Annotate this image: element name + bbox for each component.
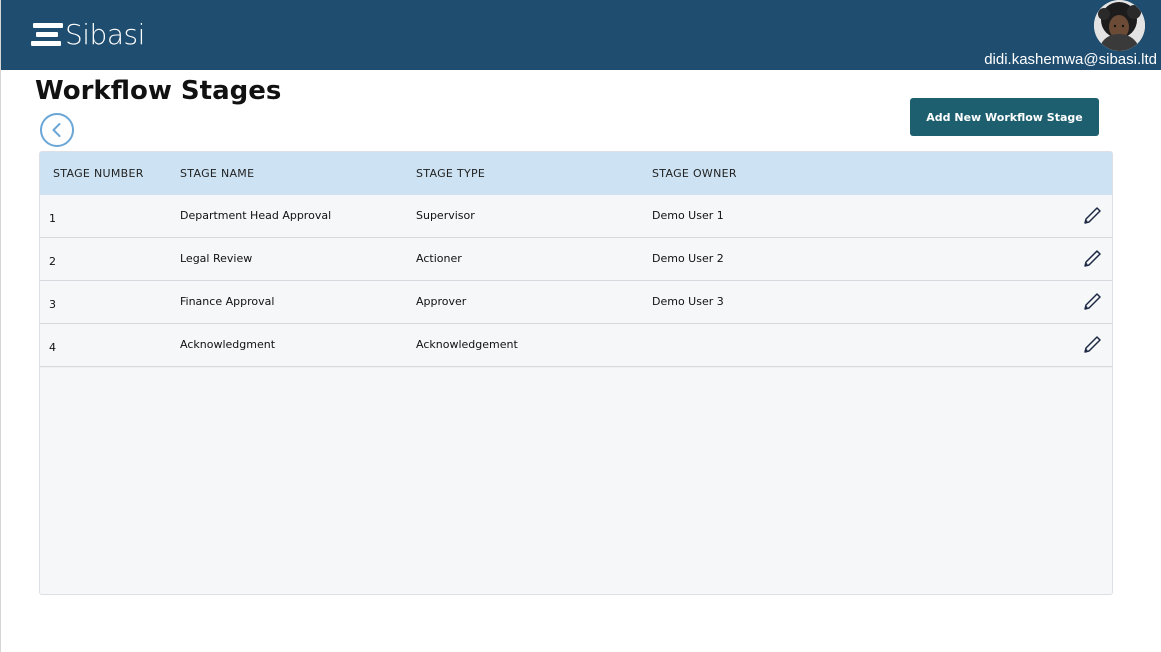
add-workflow-stage-button[interactable]: Add New Workflow Stage xyxy=(910,98,1099,136)
table-row[interactable]: 2 Legal Review Actioner Demo User 2 xyxy=(40,238,1112,281)
table-header: STAGE NUMBER STAGE NAME STAGE TYPE STAGE… xyxy=(40,152,1112,195)
stage-owner: Demo User 2 xyxy=(652,252,724,265)
table-row[interactable]: 4 Acknowledgment Acknowledgement xyxy=(40,324,1112,367)
stage-number: 1 xyxy=(49,212,56,225)
stage-type: Approver xyxy=(416,295,467,308)
workflow-stages-table: STAGE NUMBER STAGE NAME STAGE TYPE STAGE… xyxy=(39,151,1113,595)
edit-stage-button[interactable] xyxy=(1082,292,1102,312)
column-header-stage-type[interactable]: STAGE TYPE xyxy=(416,167,485,180)
column-header-stage-owner[interactable]: STAGE OWNER xyxy=(652,167,737,180)
table-row[interactable]: 3 Finance Approval Approver Demo User 3 xyxy=(40,281,1112,324)
stage-number: 2 xyxy=(49,255,56,268)
stage-type: Acknowledgement xyxy=(416,338,518,351)
stage-type: Actioner xyxy=(416,252,462,265)
top-bar: Sibasi didi.kashemwa@sibasi.ltd xyxy=(1,0,1161,70)
pencil-icon xyxy=(1084,293,1101,310)
column-header-stage-name[interactable]: STAGE NAME xyxy=(180,167,254,180)
table-row[interactable]: 1 Department Head Approval Supervisor De… xyxy=(40,195,1112,238)
edit-stage-button[interactable] xyxy=(1082,249,1102,269)
user-email[interactable]: didi.kashemwa@sibasi.ltd xyxy=(984,51,1157,68)
edit-stage-button[interactable] xyxy=(1082,206,1102,226)
logo[interactable]: Sibasi xyxy=(31,17,145,51)
chevron-left-icon xyxy=(52,123,61,137)
stage-owner: Demo User 3 xyxy=(652,295,724,308)
stage-owner: Demo User 1 xyxy=(652,209,724,222)
stage-name: Department Head Approval xyxy=(180,209,332,222)
stage-type: Supervisor xyxy=(416,209,475,222)
edit-stage-button[interactable] xyxy=(1082,335,1102,355)
pencil-icon xyxy=(1084,336,1101,353)
page: Sibasi didi.kashemwa@sibasi.ltd Workflow… xyxy=(0,0,1161,652)
pencil-icon xyxy=(1084,250,1101,267)
stage-name: Acknowledgment xyxy=(180,338,276,351)
stage-name: Legal Review xyxy=(180,252,253,265)
stage-number: 4 xyxy=(49,341,56,354)
logo-icon xyxy=(31,21,63,47)
stage-name: Finance Approval xyxy=(180,295,275,308)
avatar[interactable] xyxy=(1094,0,1145,51)
page-title: Workflow Stages xyxy=(35,76,282,106)
logo-text: Sibasi xyxy=(65,17,145,51)
stage-number: 3 xyxy=(49,298,56,311)
column-header-stage-number[interactable]: STAGE NUMBER xyxy=(53,167,144,180)
back-button[interactable] xyxy=(40,113,74,147)
pencil-icon xyxy=(1084,207,1101,224)
